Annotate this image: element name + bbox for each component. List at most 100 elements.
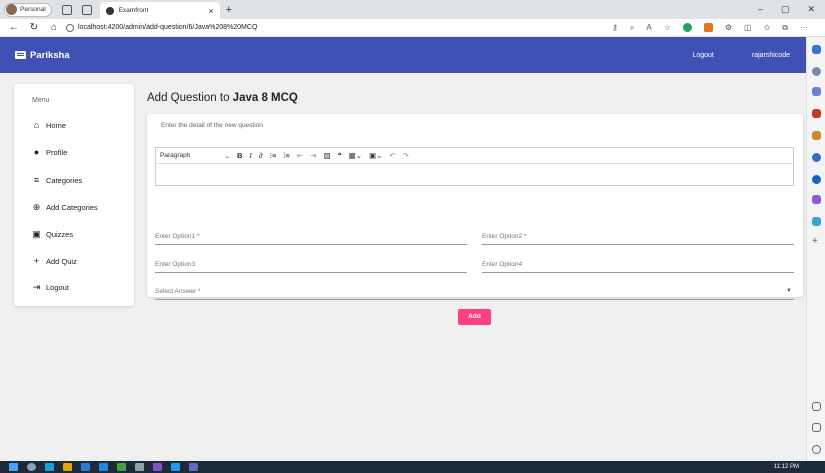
more-icon[interactable]: ··· (800, 23, 808, 32)
blockquote-icon[interactable]: ❝ (338, 151, 342, 160)
clock: 11:12 PM (773, 464, 799, 470)
app-icon[interactable] (99, 463, 108, 471)
tab-actions-icon[interactable] (81, 4, 92, 15)
paragraph-dropdown[interactable]: Paragraph ⌄ (160, 152, 230, 160)
sidebar-item-logout[interactable]: ⇥ Logout (32, 282, 69, 293)
bold-icon[interactable]: B (237, 151, 242, 160)
sidebar-item-label: Quizzes (46, 230, 74, 239)
sidebar-item-quizzes[interactable]: ▣ Quizzes (32, 230, 74, 240)
maximize-icon[interactable]: ▢ (781, 4, 790, 15)
option3-field[interactable]: Enter Option3 (155, 259, 467, 273)
redo-icon[interactable]: ↷ (403, 151, 409, 160)
briefcase-icon[interactable] (812, 109, 821, 118)
minimize-icon[interactable]: – (758, 4, 763, 15)
option3-placeholder: Enter Option3 (155, 261, 196, 268)
sidebar-item-label: Logout (46, 283, 69, 292)
sidebar-item-add-categories[interactable]: ⊕ Add Categories (32, 203, 98, 213)
address-bar: ← ↻ ⌂ localhost:4200/admin/add-question/… (0, 19, 825, 37)
app-icon[interactable] (153, 463, 162, 471)
url-field[interactable]: localhost:4200/admin/add-question/6/Java… (66, 23, 596, 32)
italic-icon[interactable]: I (249, 151, 252, 160)
key-icon[interactable]: ⚷ (612, 23, 618, 32)
numbered-list-icon[interactable]: ⁞≡ (283, 151, 289, 160)
designer-icon[interactable] (812, 195, 821, 204)
window-controls: – ▢ ✕ (758, 4, 815, 15)
edge-taskbar-icon[interactable] (45, 463, 54, 471)
extensions-icon[interactable]: ⚙ (725, 23, 732, 32)
workspaces-icon[interactable] (61, 4, 72, 15)
app-icon[interactable] (117, 463, 126, 471)
media-icon[interactable]: ▣⌄ (369, 151, 382, 160)
store-icon[interactable] (81, 463, 90, 471)
tools-icon[interactable] (812, 217, 821, 226)
undo-icon[interactable]: ↶ (389, 151, 395, 160)
search-icon[interactable] (812, 67, 821, 76)
new-tab-icon[interactable]: + (226, 4, 232, 16)
sidebar-toggle-icon[interactable] (812, 402, 821, 411)
chevron-down-icon: ⌄ (224, 152, 230, 160)
extension-green-icon[interactable] (682, 23, 692, 32)
close-tab-icon[interactable]: × (208, 6, 213, 16)
explorer-icon[interactable] (63, 463, 72, 471)
logout-icon: ⇥ (32, 282, 41, 292)
option1-placeholder: Enter Option1 * (155, 233, 200, 240)
account-icon: ● (33, 147, 40, 157)
option1-field[interactable]: Enter Option1 * (155, 231, 467, 245)
answer-select[interactable]: Select Answer * ▼ (155, 286, 794, 300)
back-icon[interactable]: ← (8, 22, 20, 33)
card-subtitle: Enter the detail of the new question (161, 122, 263, 129)
page-title-prefix: Add Question to (147, 92, 233, 104)
browser-tab[interactable]: Examfront × (99, 2, 220, 19)
link-icon[interactable]: ∂ (259, 151, 263, 160)
refresh-icon[interactable]: ↻ (28, 22, 40, 33)
username-link[interactable]: rajarshicode (752, 52, 790, 59)
site-info-icon[interactable] (66, 23, 74, 32)
home-icon: ⌂ (33, 120, 40, 130)
settings-icon[interactable] (812, 445, 821, 454)
table-icon[interactable]: ▦⌄ (349, 151, 362, 160)
sidebar-item-categories[interactable]: ≡ Categories (32, 176, 82, 186)
close-window-icon[interactable]: ✕ (807, 4, 815, 15)
image-icon[interactable]: ▨ (323, 151, 330, 160)
question-form-card: Enter the detail of the new question Par… (147, 114, 803, 325)
sidebar-item-add-quiz[interactable]: + Add Quiz (32, 256, 77, 267)
page-title: Add Question to Java 8 MCQ (147, 92, 298, 104)
vscode-icon[interactable] (171, 463, 180, 471)
split-screen-icon[interactable]: ◫ (744, 23, 752, 32)
add-icon[interactable]: + (812, 237, 821, 247)
home-browser-icon[interactable]: ⌂ (48, 22, 60, 33)
open-external-icon[interactable] (812, 423, 821, 432)
collections-icon[interactable]: ⧉ (782, 23, 788, 33)
windows-start-icon[interactable] (9, 463, 18, 471)
people-icon[interactable] (812, 131, 821, 140)
tag-icon[interactable] (812, 87, 821, 96)
book-icon (15, 51, 26, 59)
add-button[interactable]: Add (458, 309, 491, 325)
bulleted-list-icon[interactable]: ⁝≡ (270, 151, 277, 160)
read-aloud-icon[interactable]: A (646, 23, 651, 32)
app-icon[interactable] (189, 463, 198, 471)
zoom-icon[interactable]: ⌕ (630, 23, 634, 33)
brand[interactable]: Pariksha (15, 50, 70, 61)
profile-label: Personal (20, 6, 46, 13)
option2-field[interactable]: Enter Option2 * (482, 231, 794, 245)
question-editor[interactable]: Paragraph ⌄ B I ∂ ⁝≡ ⁞≡ ⇤ ⇥ ▨ ❝ ▦⌄ ▣⌄ ↶ … (155, 147, 794, 186)
extension-fox-icon[interactable] (703, 23, 713, 32)
search-taskbar-icon[interactable] (27, 463, 36, 471)
favorites-icon[interactable]: ✩ (764, 23, 771, 32)
option4-field[interactable]: Enter Option4 (482, 259, 794, 273)
app-icon[interactable] (135, 463, 144, 471)
sidebar-item-home[interactable]: ⌂ Home (32, 120, 66, 131)
office-icon[interactable] (812, 153, 821, 162)
bell-icon[interactable] (812, 45, 821, 54)
indent-icon[interactable]: ⇥ (310, 151, 316, 160)
outdent-icon[interactable]: ⇤ (297, 151, 303, 160)
sidebar-item-profile[interactable]: ● Profile (32, 147, 67, 158)
outlook-icon[interactable] (812, 175, 821, 184)
answer-placeholder: Select Answer * (155, 288, 201, 295)
favorite-star-icon[interactable]: ☆ (664, 23, 671, 32)
app-root: Pariksha Logout rajarshicode Menu ⌂ Home… (0, 37, 806, 461)
plus-icon: + (33, 256, 40, 266)
profile-button[interactable]: Personal (4, 2, 52, 17)
logout-link[interactable]: Logout (692, 52, 713, 59)
